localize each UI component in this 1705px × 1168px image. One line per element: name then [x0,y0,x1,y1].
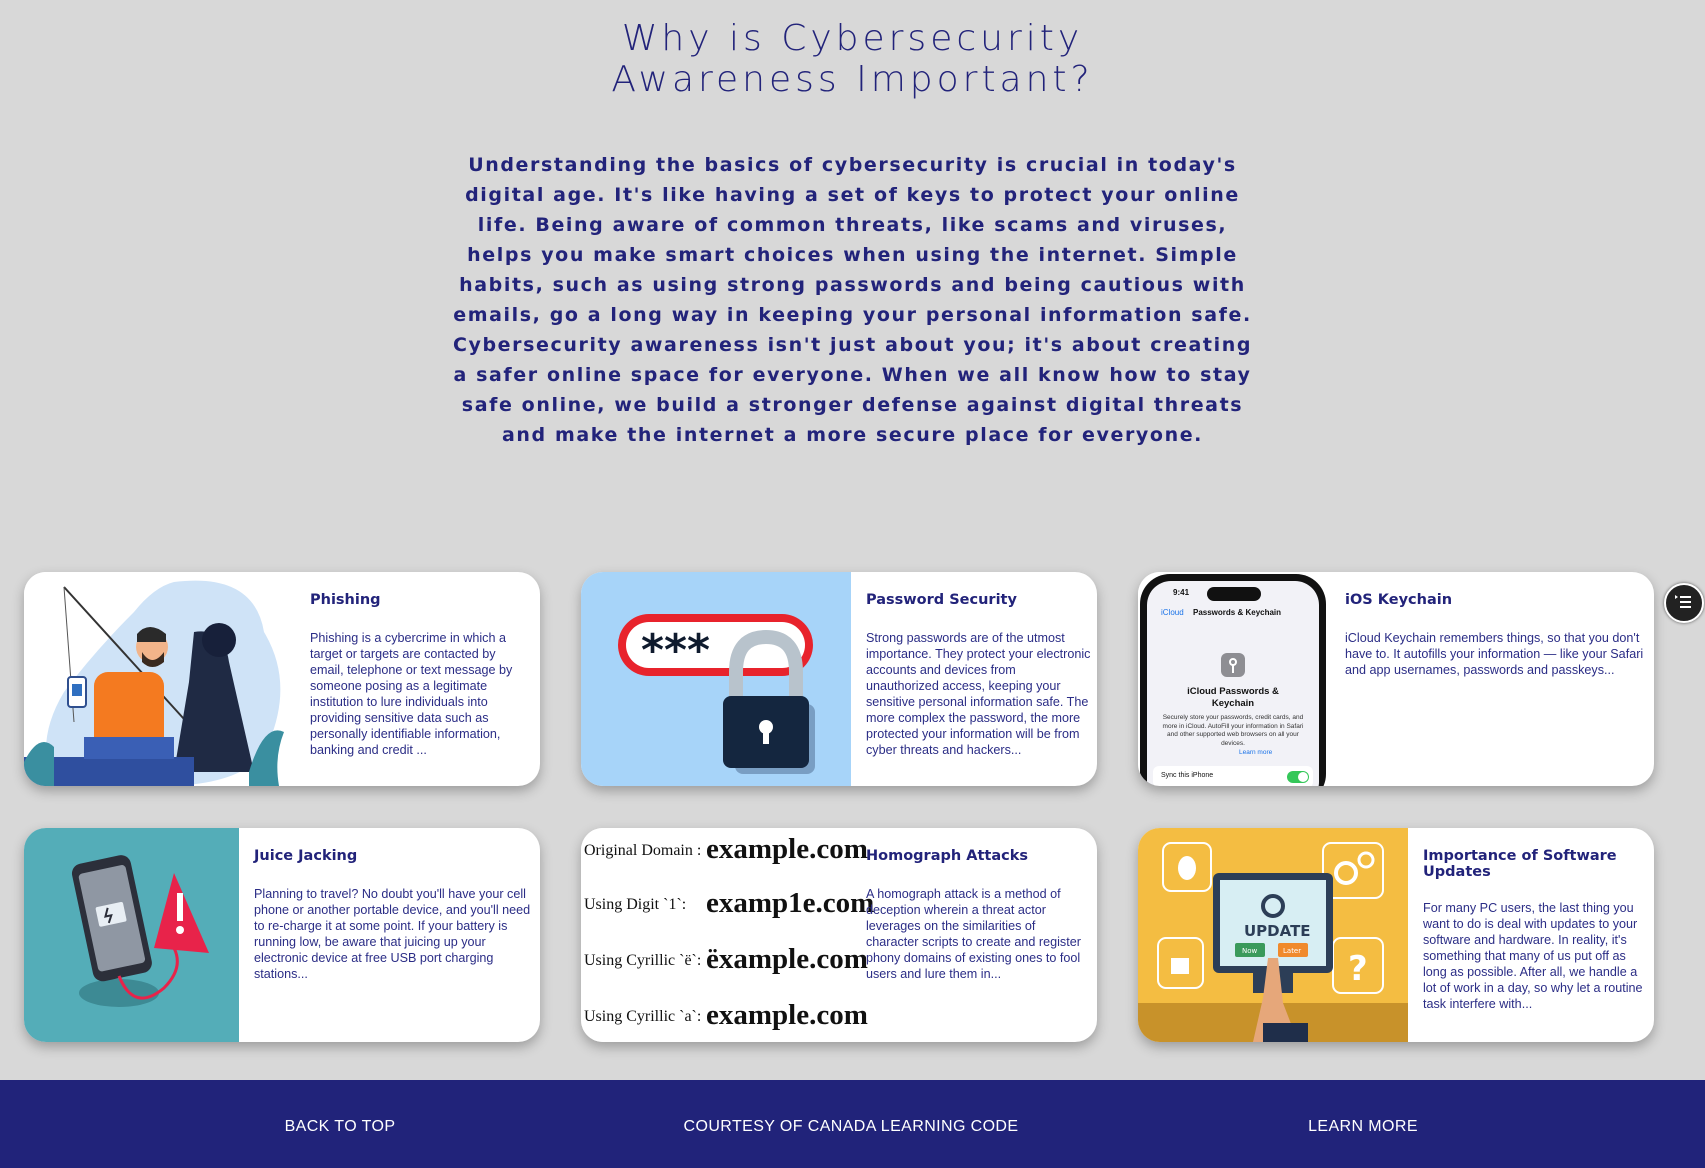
footer: BACK TO TOP COURTESY OF CANADA LEARNING … [0,1080,1705,1168]
card-juice-jacking[interactable]: Juice Jacking Planning to travel? No dou… [24,828,540,1042]
homograph-table: Original Domain : example.com Using Digi… [581,828,874,1042]
card-password-body: Password Security Strong passwords are o… [866,592,1091,758]
menu-toggle-button[interactable] [1664,583,1704,623]
homograph-label: Using Cyrillic `a`: [584,1008,702,1025]
phone-nav-title: Passwords & Keychain [1193,608,1282,617]
phone-back-link: iCloud [1161,608,1184,617]
now-button-label: Now [1242,947,1258,955]
homograph-label: Original Domain : [584,842,702,859]
card-description: A homograph attack is a method of decept… [866,887,1081,981]
card-description: Planning to travel? No doubt you'll have… [254,887,531,981]
card-password-security[interactable]: *** Password Security Strong passwords a… [581,572,1097,786]
homograph-domain: example.com [706,999,868,1031]
juice-jacking-illustration [24,828,239,1042]
key-icon [1221,653,1245,677]
phone-learn-more: Learn more [1239,749,1273,756]
phone-description: Securely store your passwords, credit ca… [1162,714,1304,747]
intro-paragraph: Understanding the basics of cybersecurit… [452,154,1253,446]
update-label: UPDATE [1244,922,1311,940]
card-title[interactable]: iOS Keychain [1345,592,1645,608]
svg-text:?: ? [1348,949,1368,989]
later-button-label: Later [1283,947,1301,955]
iphone-screenshot: 9:41 iCloud Passwords & Keychain iCloud … [1138,572,1328,786]
page-title-line2: Awareness Important? [611,59,1094,100]
card-updates-body: Importance of Software Updates For many … [1423,848,1648,1012]
card-description: For many PC users, the last thing you wa… [1423,901,1643,1011]
card-homograph-body: Homograph Attacks A homograph attack is … [866,848,1091,982]
homograph-label: Using Digit `1`: [584,896,687,913]
phone-time: 9:41 [1173,588,1190,597]
card-title[interactable]: Juice Jacking [254,848,537,864]
courtesy-link[interactable]: COURTESY OF CANADA LEARNING CODE [684,1118,1019,1136]
page-title: Why is Cybersecurity Awareness Important… [0,18,1705,100]
password-illustration: *** [581,572,851,786]
phone-heading: iCloud Passwords & Keychain [1187,686,1279,709]
list-icon [1675,595,1691,608]
card-phishing-body: Phishing Phishing is a cybercrime in whi… [310,592,532,758]
card-title[interactable]: Phishing [310,592,532,608]
card-description: Phishing is a cybercrime in which a targ… [310,631,513,757]
phone-toggle-label: Sync this iPhone [1161,772,1214,779]
card-description: iCloud Keychain remembers things, so tha… [1345,631,1644,677]
page-title-line1: Why is Cybersecurity [621,18,1084,59]
back-to-top-link[interactable]: BACK TO TOP [285,1118,396,1136]
learn-more-link[interactable]: LEARN MORE [1308,1118,1418,1136]
homograph-domain: ëxample.com [706,943,868,975]
sync-toggle [1287,771,1309,783]
card-ios-keychain[interactable]: 9:41 iCloud Passwords & Keychain iCloud … [1138,572,1654,786]
homograph-label: Using Cyrillic `ë`: [584,952,702,969]
card-homograph-attacks[interactable]: Original Domain : example.com Using Digi… [581,828,1097,1042]
card-phishing[interactable]: Phishing Phishing is a cybercrime in whi… [24,572,540,786]
card-title[interactable]: Homograph Attacks [866,848,1091,864]
password-asterisks: *** [641,625,710,676]
card-description: Strong passwords are of the utmost impor… [866,631,1091,757]
card-ios-body: iOS Keychain iCloud Keychain remembers t… [1345,592,1645,678]
homograph-domain: example.com [706,833,868,865]
card-software-updates[interactable]: ? UPDATE Now Later Importance of Softwar… [1138,828,1654,1042]
card-title[interactable]: Password Security [866,592,1091,608]
homograph-domain: examp1e.com [706,887,875,919]
card-juice-body: Juice Jacking Planning to travel? No dou… [254,848,537,982]
software-update-illustration: ? UPDATE Now Later [1138,828,1408,1042]
card-title[interactable]: Importance of Software Updates [1423,848,1648,880]
phishing-illustration [24,572,295,786]
